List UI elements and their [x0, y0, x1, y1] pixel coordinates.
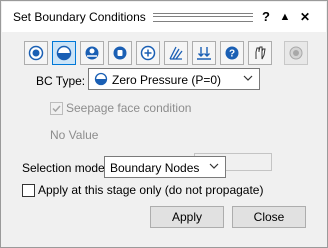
dialog-title: Set Boundary Conditions	[13, 10, 146, 24]
unknown-icon	[140, 45, 156, 61]
toolbar-button-4[interactable]	[108, 41, 132, 65]
apply-button[interactable]: Apply	[150, 206, 224, 228]
check-icon	[52, 105, 61, 113]
bc-type-label: BC Type:	[36, 74, 86, 88]
help-circle-icon: ?	[225, 46, 239, 60]
help-button[interactable]: ?	[259, 8, 273, 26]
toolbar-button-10[interactable]	[284, 41, 308, 65]
toolbar-button-3[interactable]	[80, 41, 104, 65]
zero-pressure-icon	[56, 45, 72, 61]
set-boundary-conditions-dialog: Set Boundary Conditions ? ▲ ✕ ? BC Type:…	[0, 0, 328, 248]
dialog-title-bar[interactable]: Set Boundary Conditions ? ▲ ✕	[2, 2, 326, 32]
toolbar-button-2[interactable]	[52, 41, 76, 65]
close-x-button[interactable]: ✕	[298, 8, 312, 26]
toolbar-button-6[interactable]	[164, 41, 188, 65]
close-button[interactable]: Close	[232, 206, 306, 228]
infiltration-icon	[169, 46, 183, 60]
zero-pressure-icon	[94, 72, 108, 86]
selection-mode-select[interactable]: Boundary Nodes	[104, 156, 226, 178]
apply-stage-label: Apply at this stage only (do not propaga…	[38, 183, 264, 197]
bc-type-select[interactable]: Zero Pressure (P=0)	[88, 68, 260, 90]
selection-mode-label: Selection mode:	[22, 161, 109, 175]
flux-icon	[197, 47, 211, 60]
total-head-icon	[113, 46, 127, 60]
toolbar-button-1[interactable]	[24, 41, 48, 65]
radio-filled-icon	[28, 45, 44, 61]
bc-type-toolbar: ?	[24, 41, 308, 67]
svg-text:?: ?	[229, 49, 235, 60]
toolbar-button-5[interactable]	[136, 41, 160, 65]
no-value-label: No Value	[50, 128, 99, 142]
toolbar-button-7[interactable]	[192, 41, 216, 65]
disabled-dot-icon	[289, 46, 303, 60]
drag-grip[interactable]	[153, 13, 253, 22]
bc-type-value: Zero Pressure (P=0)	[112, 73, 222, 87]
pressure-head-icon	[85, 46, 99, 60]
seepage-glove-icon	[255, 46, 266, 60]
selection-mode-value: Boundary Nodes	[110, 161, 200, 175]
toolbar-button-8[interactable]: ?	[220, 41, 244, 65]
collapse-button[interactable]: ▲	[278, 8, 292, 26]
seepage-face-checkbox[interactable]	[50, 102, 63, 115]
chevron-down-icon	[209, 163, 219, 169]
toolbar-button-9[interactable]	[248, 41, 272, 65]
chevron-down-icon	[243, 75, 253, 81]
seepage-face-label: Seepage face condition	[66, 101, 192, 115]
apply-stage-checkbox[interactable]	[22, 184, 35, 197]
